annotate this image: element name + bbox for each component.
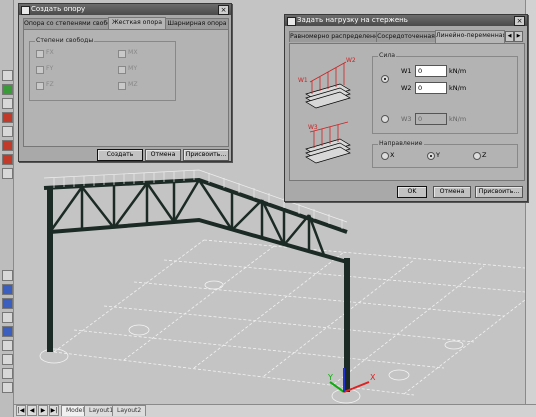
tool-icon-11[interactable] bbox=[2, 298, 13, 309]
mx-label: MX bbox=[128, 49, 138, 56]
direction-group: Направление X Y Z bbox=[372, 140, 518, 168]
tab-linear-load[interactable]: Линейно-переменная bbox=[435, 30, 505, 43]
tab-point-load[interactable]: Сосредоточенная bbox=[376, 31, 436, 42]
trapezoid-load-radio[interactable] bbox=[381, 115, 389, 123]
direction-y-radio[interactable] bbox=[427, 152, 435, 160]
w2-unit: kN/m bbox=[449, 84, 467, 92]
w2-input[interactable]: 0 bbox=[415, 82, 447, 94]
cancel-button[interactable]: Отмена bbox=[145, 149, 181, 161]
ok-button[interactable]: OK bbox=[397, 186, 427, 198]
assign-button[interactable]: Присвоить... bbox=[475, 186, 523, 198]
close-icon[interactable]: × bbox=[218, 5, 229, 15]
tab-hinged-support[interactable]: Шарнирная опора bbox=[165, 18, 229, 29]
tab-first-arrow[interactable]: |◀ bbox=[16, 405, 26, 416]
tab-scroll-left-icon[interactable]: ◀ bbox=[505, 31, 514, 42]
tool-icon-15[interactable] bbox=[2, 354, 13, 365]
direction-z-radio[interactable] bbox=[473, 152, 481, 160]
tool-icon-13[interactable] bbox=[2, 326, 13, 337]
mx-checkbox[interactable] bbox=[118, 50, 126, 58]
tool-icon-1[interactable] bbox=[2, 70, 13, 81]
direction-z-label: Z bbox=[482, 151, 487, 159]
support-dialog-titlebar[interactable]: Создать опору × bbox=[19, 4, 231, 15]
support-symbols bbox=[39, 280, 464, 404]
tool-icon-10[interactable] bbox=[2, 284, 13, 295]
direction-group-label: Направление bbox=[378, 140, 424, 148]
support-tab-panel: Степени свободы FX MX FY MY FZ MZ bbox=[23, 29, 229, 147]
fx-label: FX bbox=[46, 49, 54, 56]
linear-load-radio[interactable] bbox=[381, 75, 389, 83]
w2-diagram-label: W2 bbox=[346, 57, 356, 64]
load-dialog-title: Задать нагрузку на стержень bbox=[297, 16, 408, 24]
support-tabs: Опора со степенями свободы Жесткая опора… bbox=[23, 17, 229, 30]
w1-unit: kN/m bbox=[449, 67, 467, 75]
axis-x-label: X bbox=[370, 373, 376, 382]
w3-input[interactable]: 0 bbox=[415, 113, 447, 125]
ground-grid bbox=[53, 239, 525, 396]
tool-icon-14[interactable] bbox=[2, 340, 13, 351]
tool-icon-12[interactable] bbox=[2, 312, 13, 323]
left-toolbar bbox=[0, 0, 14, 417]
w3-diagram-label: W3 bbox=[308, 124, 318, 131]
create-button[interactable]: Создать bbox=[97, 149, 143, 161]
tool-icon-2[interactable] bbox=[2, 84, 13, 95]
tool-icon-3[interactable] bbox=[2, 98, 13, 109]
w2-label: W2 bbox=[401, 84, 412, 92]
layout-tabs-bar: |◀ ◀ ▶ ▶| Model Layout1 Layout2 bbox=[14, 404, 536, 417]
dialog-app-icon bbox=[21, 6, 30, 15]
tool-icon-5[interactable] bbox=[2, 126, 13, 137]
axis-y-label: Y bbox=[327, 373, 333, 382]
tool-icon-9[interactable] bbox=[2, 270, 13, 281]
tab-last-arrow[interactable]: ▶| bbox=[49, 405, 59, 416]
fy-label: FY bbox=[46, 65, 54, 72]
w3-label: W3 bbox=[401, 115, 412, 123]
tab-scroll-right-icon[interactable]: ▶ bbox=[514, 31, 523, 42]
fz-checkbox[interactable] bbox=[36, 82, 44, 90]
tool-icon-17[interactable] bbox=[2, 382, 13, 393]
fx-checkbox[interactable] bbox=[36, 50, 44, 58]
mz-checkbox[interactable] bbox=[118, 82, 126, 90]
load-diagram-icon: W1 W2 W3 bbox=[298, 57, 356, 164]
my-checkbox[interactable] bbox=[118, 66, 126, 74]
fy-checkbox[interactable] bbox=[36, 66, 44, 74]
create-support-dialog: Создать опору × Опора со степенями свобо… bbox=[18, 3, 232, 162]
member-load-dialog: Задать нагрузку на стержень × Равномерно… bbox=[284, 14, 528, 202]
close-icon[interactable]: × bbox=[514, 16, 525, 26]
ucs-axes: X Y bbox=[327, 368, 376, 393]
tool-icon-8[interactable] bbox=[2, 168, 13, 179]
w3-unit: kN/m bbox=[449, 115, 467, 123]
tool-icon-6[interactable] bbox=[2, 140, 13, 151]
cancel-button[interactable]: Отмена bbox=[433, 186, 471, 198]
dialog-app-icon bbox=[287, 17, 296, 26]
tab-uniform-load[interactable]: Равномерно распределенная bbox=[289, 31, 377, 42]
w1-label: W1 bbox=[401, 67, 412, 75]
dof-group-label: Степени свободы bbox=[35, 37, 95, 45]
tool-icon-7[interactable] bbox=[2, 154, 13, 165]
my-label: MY bbox=[128, 65, 138, 72]
tool-icon-4[interactable] bbox=[2, 112, 13, 123]
direction-x-label: X bbox=[390, 151, 395, 159]
tab-prev-arrow[interactable]: ◀ bbox=[27, 405, 37, 416]
support-dialog-title: Создать опору bbox=[31, 5, 86, 13]
tab-layout2[interactable]: Layout2 bbox=[112, 405, 147, 416]
tool-icon-16[interactable] bbox=[2, 368, 13, 379]
w1-diagram-label: W1 bbox=[298, 77, 308, 84]
mz-label: MZ bbox=[128, 81, 138, 88]
fz-label: FZ bbox=[46, 81, 54, 88]
tab-dof-support[interactable]: Опора со степенями свободы bbox=[23, 18, 109, 29]
force-group-label: Сила bbox=[378, 52, 397, 60]
truss-frame bbox=[43, 177, 350, 392]
force-group: Сила W1 0 kN/m W2 0 kN/m W3 0 kN/m bbox=[372, 52, 518, 134]
load-dialog-titlebar[interactable]: Задать нагрузку на стержень × bbox=[285, 15, 527, 26]
assign-button[interactable]: Присвоить... bbox=[183, 149, 229, 161]
load-tabs: Равномерно распределенная Сосредоточенна… bbox=[289, 30, 523, 43]
direction-x-radio[interactable] bbox=[381, 152, 389, 160]
w1-input[interactable]: 0 bbox=[415, 65, 447, 77]
tab-next-arrow[interactable]: ▶ bbox=[38, 405, 48, 416]
dof-group: Степени свободы FX MX FY MY FZ MZ bbox=[29, 37, 176, 101]
load-tab-panel: W1 W2 W3 Сила W1 0 kN/m W2 0 kN/m W3 0 k… bbox=[289, 43, 525, 181]
direction-y-label: Y bbox=[436, 151, 440, 159]
